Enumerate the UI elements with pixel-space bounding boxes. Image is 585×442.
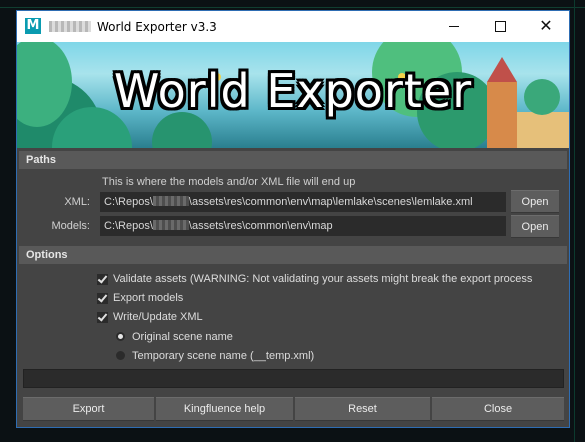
- xml-path-field[interactable]: C:\Repos\ \assets\res\common\env\map\leml…: [100, 192, 506, 212]
- banner-image: World Exporter: [17, 42, 569, 148]
- models-label: Models:: [51, 220, 90, 232]
- minimize-button[interactable]: [431, 11, 477, 42]
- write-xml-label: Write/Update XML: [113, 311, 203, 323]
- original-scene-label: Original scene name: [132, 331, 233, 343]
- models-path-prefix: C:\Repos\: [104, 220, 153, 232]
- window-title: World Exporter v3.3: [97, 20, 217, 34]
- original-scene-radio[interactable]: [116, 332, 125, 341]
- close-button[interactable]: Close: [432, 397, 564, 421]
- close-window-button[interactable]: ✕: [523, 11, 569, 42]
- exporter-window: M World Exporter v3.3 ✕ World Exporter P…: [16, 10, 570, 428]
- export-models-checkbox[interactable]: [97, 293, 108, 304]
- reset-button[interactable]: Reset: [295, 397, 430, 421]
- export-progress-bar: [23, 369, 564, 388]
- xml-path-prefix: C:\Repos\: [104, 196, 153, 208]
- blurred-title-prefix: [49, 21, 91, 32]
- temporary-scene-radio[interactable]: [116, 351, 125, 360]
- options-header: Options: [19, 246, 567, 264]
- models-path-suffix: \assets\res\common\env\map: [188, 220, 333, 232]
- xml-label: XML:: [64, 196, 90, 208]
- blurred-path-segment: [152, 196, 189, 206]
- maximize-button[interactable]: [477, 11, 523, 42]
- title-bar[interactable]: M World Exporter v3.3 ✕: [17, 11, 569, 42]
- paths-info-text: This is where the models and/or XML file…: [102, 176, 356, 188]
- kingfluence-help-button[interactable]: Kingfluence help: [156, 397, 293, 421]
- models-path-field[interactable]: C:\Repos\ \assets\res\common\env\map: [100, 216, 506, 236]
- write-xml-checkbox[interactable]: [97, 312, 108, 323]
- validate-assets-label: Validate assets (WARNING: Not validating…: [113, 273, 533, 285]
- models-open-button[interactable]: Open: [511, 215, 559, 238]
- temporary-scene-label: Temporary scene name (__temp.xml): [132, 350, 315, 362]
- maya-logo-icon: M: [25, 18, 41, 34]
- export-button[interactable]: Export: [23, 397, 154, 421]
- xml-open-button[interactable]: Open: [511, 190, 559, 213]
- xml-path-suffix: \assets\res\common\env\map\lemlake\scene…: [188, 196, 473, 208]
- paths-header: Paths: [19, 151, 567, 169]
- blurred-path-segment: [152, 220, 189, 230]
- banner-title: World Exporter: [113, 64, 473, 118]
- validate-assets-checkbox[interactable]: [97, 274, 108, 285]
- export-models-label: Export models: [113, 292, 184, 304]
